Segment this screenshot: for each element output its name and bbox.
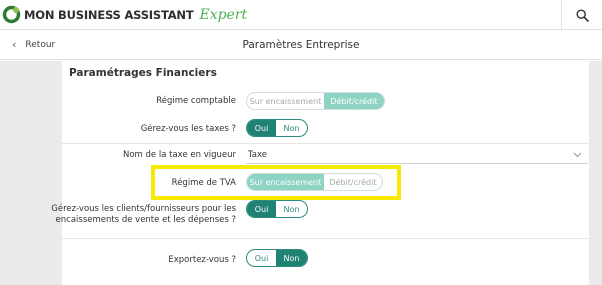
search-button[interactable] [562,0,602,30]
chevron-down-icon [573,152,582,158]
app-header: MON BUSINESS ASSISTANT Expert [0,0,602,30]
export-label: Exportez-vous ? [168,255,236,265]
tax-name-label: Nom de la taxe en vigueur [123,150,236,160]
highlight-box [151,165,401,200]
sub-header: ‹ Retour Paramètres Entreprise [0,30,602,60]
clients-label: Gérez-vous les clients/fournisseurs pour… [51,204,236,225]
clients-option-oui[interactable]: Oui [247,201,277,217]
tax-name-select[interactable]: Taxe [246,148,588,164]
taxes-option-non[interactable]: Non [276,120,307,136]
section-title: Paramétrages Financiers [69,67,217,79]
logo-mark-icon [2,5,21,24]
export-option-non[interactable]: Non [276,250,307,266]
search-icon [575,8,589,22]
app-logo[interactable]: MON BUSINESS ASSISTANT Expert [2,5,247,24]
divider [62,238,589,239]
tax-name-value: Taxe [248,150,267,160]
clients-toggle: Oui Non [246,200,308,218]
logo-text: MON BUSINESS ASSISTANT [24,7,194,22]
regime-comptable-label: Régime comptable [156,96,236,106]
clients-option-non[interactable]: Non [276,201,307,217]
taxes-toggle: Oui Non [246,119,308,137]
regime-comptable-toggle: Sur encaissement Débit/crédit [246,92,385,110]
regime-comptable-option-debit-credit[interactable]: Débit/crédit [323,93,384,109]
export-toggle: Oui Non [246,249,308,267]
page-title: Paramètres Entreprise [242,39,360,51]
logo-expert-text: Expert [199,6,248,23]
taxes-option-oui[interactable]: Oui [247,120,277,136]
regime-comptable-option-encaissement[interactable]: Sur encaissement [247,93,324,109]
taxes-label: Gérez-vous les taxes ? [140,124,236,134]
divider [62,143,589,144]
export-option-oui[interactable]: Oui [247,250,276,266]
